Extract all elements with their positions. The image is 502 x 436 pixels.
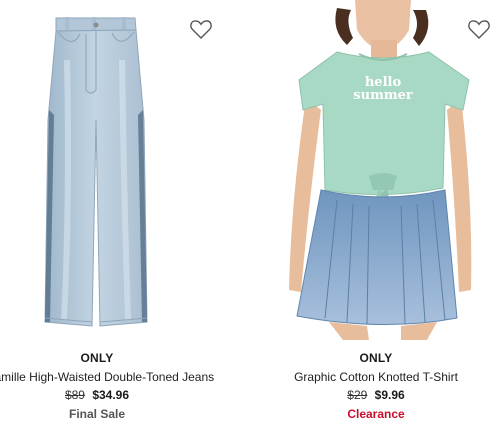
original-price: $29 — [347, 388, 368, 402]
tshirt-model-illustration: hello summer — [289, 0, 472, 340]
jeans-illustration — [44, 17, 148, 327]
sale-price: $9.96 — [374, 388, 405, 402]
heart-outline-icon[interactable] — [188, 16, 214, 42]
product-image-tshirt[interactable]: hello summer — [251, 0, 501, 340]
product-brand[interactable]: ONLY — [0, 351, 222, 365]
product-title[interactable]: Graphic Cotton Knotted T-Shirt — [251, 370, 501, 384]
sale-price: $34.96 — [92, 388, 130, 402]
heart-outline-icon[interactable] — [466, 16, 492, 42]
product-price: $89 $34.96 — [0, 388, 222, 402]
product-brand[interactable]: ONLY — [251, 351, 501, 365]
clearance-badge: Clearance — [347, 407, 405, 421]
product-card-tshirt[interactable]: hello summer ONLY Graphic Cotton Knotted… — [251, 0, 501, 436]
product-card-jeans[interactable]: ONLY Camille High-Waisted Double-Toned J… — [0, 0, 222, 436]
product-grid: ONLY Camille High-Waisted Double-Toned J… — [0, 0, 502, 436]
shirt-print-line-2: summer — [353, 88, 413, 103]
product-image-jeans[interactable] — [0, 0, 222, 340]
product-title[interactable]: Camille High-Waisted Double-Toned Jeans — [0, 370, 250, 384]
final-sale-badge: Final Sale — [68, 407, 126, 421]
product-price: $29 $9.96 — [251, 388, 501, 402]
original-price: $89 — [64, 388, 85, 402]
